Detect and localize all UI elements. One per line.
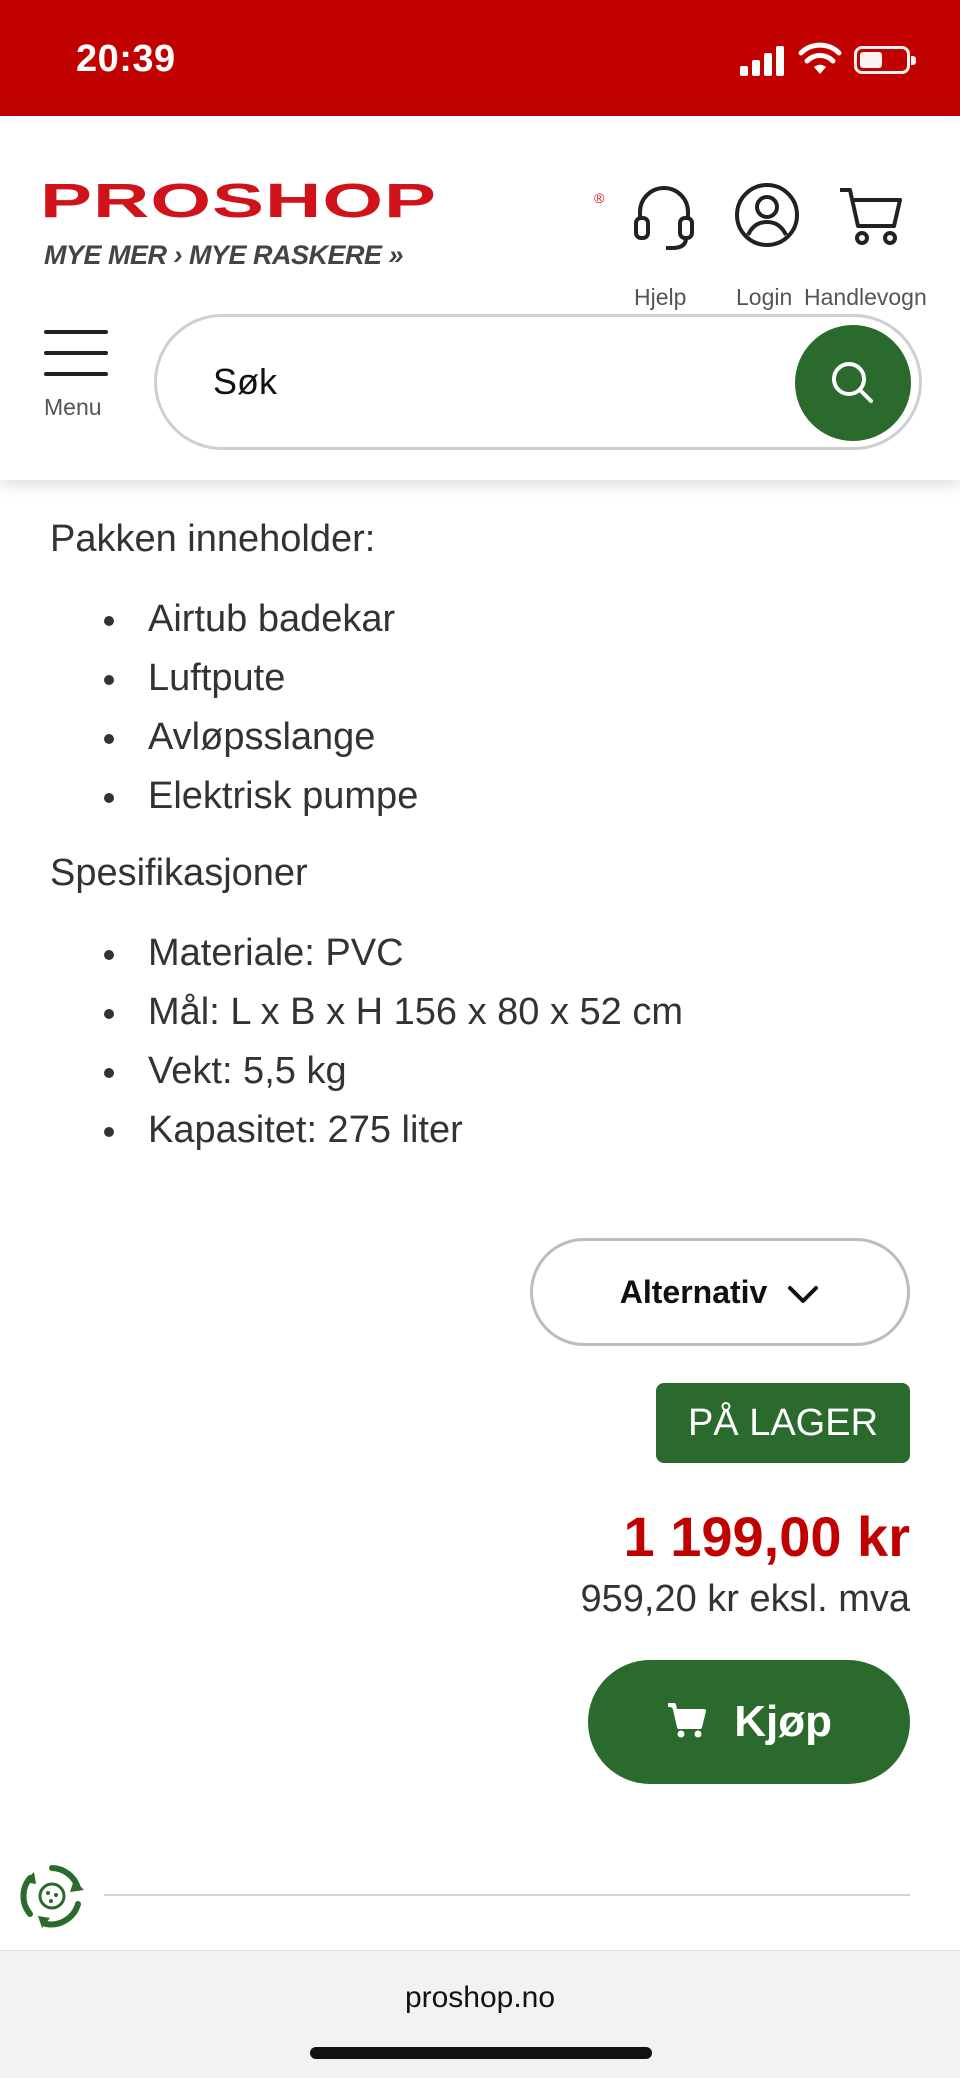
status-bar: 20:39: [0, 0, 960, 116]
recycle-icon[interactable]: [16, 1860, 88, 1932]
user-icon: [735, 183, 799, 247]
alternative-label: Alternativ: [619, 1274, 768, 1310]
buy-label: Kjøp: [734, 1697, 832, 1746]
list-item: Mål: L x B x H 156 x 80 x 52 cm: [104, 983, 683, 1042]
list-item: Kapasitet: 275 liter: [104, 1101, 683, 1160]
package-title: Pakken inneholder:: [50, 518, 376, 560]
cart-button[interactable]: Handlevogn: [804, 182, 927, 310]
list-item: Luftpute: [104, 649, 418, 708]
signal-icon: [740, 42, 786, 76]
menu-icon-bar: [44, 372, 108, 376]
price-ex-vat: 959,20 kr eksl. mva: [580, 1578, 910, 1620]
menu-icon-bar: [44, 351, 108, 355]
search-icon: [832, 362, 873, 403]
price: 1 199,00 kr: [623, 1505, 910, 1568]
menu-button[interactable]: [44, 330, 108, 393]
menu-label: Menu: [44, 394, 102, 420]
search-input[interactable]: [213, 347, 773, 417]
search-box: [154, 314, 922, 450]
status-time: 20:39: [76, 38, 176, 80]
chevron-down-icon: [788, 1285, 819, 1303]
headset-icon: [634, 186, 694, 250]
divider: [104, 1894, 910, 1896]
menu-icon: [44, 330, 108, 334]
registered-mark: ®: [594, 190, 605, 206]
cart-icon: [668, 1703, 706, 1738]
search-button[interactable]: [795, 325, 911, 441]
login-label: Login: [736, 284, 793, 310]
list-item: Airtub badekar: [104, 590, 418, 649]
logo-tagline: MYE MER › MYE RASKERE »: [44, 240, 404, 270]
list-item: Vekt: 5,5 kg: [104, 1042, 683, 1101]
buy-button[interactable]: Kjøp: [588, 1660, 910, 1784]
battery-icon: [854, 46, 916, 74]
help-label: Hjelp: [634, 284, 687, 310]
proshop-logo[interactable]: PROSHOP: [40, 176, 437, 224]
package-list: Airtub badekar Luftpute Avløpsslange Ele…: [104, 590, 418, 826]
specs-list: Materiale: PVC Mål: L x B x H 156 x 80 x…: [104, 924, 683, 1160]
cart-icon: [840, 188, 902, 245]
list-item: Avløpsslange: [104, 708, 418, 767]
status-icons: [740, 42, 916, 78]
specs-title: Spesifikasjoner: [50, 852, 308, 894]
alternative-dropdown[interactable]: Alternativ: [530, 1238, 910, 1346]
home-indicator[interactable]: [310, 2047, 652, 2059]
stock-badge: PÅ LAGER: [656, 1383, 910, 1463]
cart-label: Handlevogn: [804, 284, 927, 310]
list-item: Elektrisk pumpe: [104, 767, 418, 826]
login-button[interactable]: Login: [734, 182, 800, 310]
list-item: Materiale: PVC: [104, 924, 683, 983]
site-header: PROSHOP ® MYE MER › MYE RASKERE » Hjelp …: [0, 116, 960, 480]
url-label[interactable]: proshop.no: [0, 1981, 960, 2015]
wifi-icon: [798, 42, 842, 74]
help-button[interactable]: Hjelp: [632, 182, 696, 310]
browser-bar: proshop.no: [0, 1950, 960, 2078]
